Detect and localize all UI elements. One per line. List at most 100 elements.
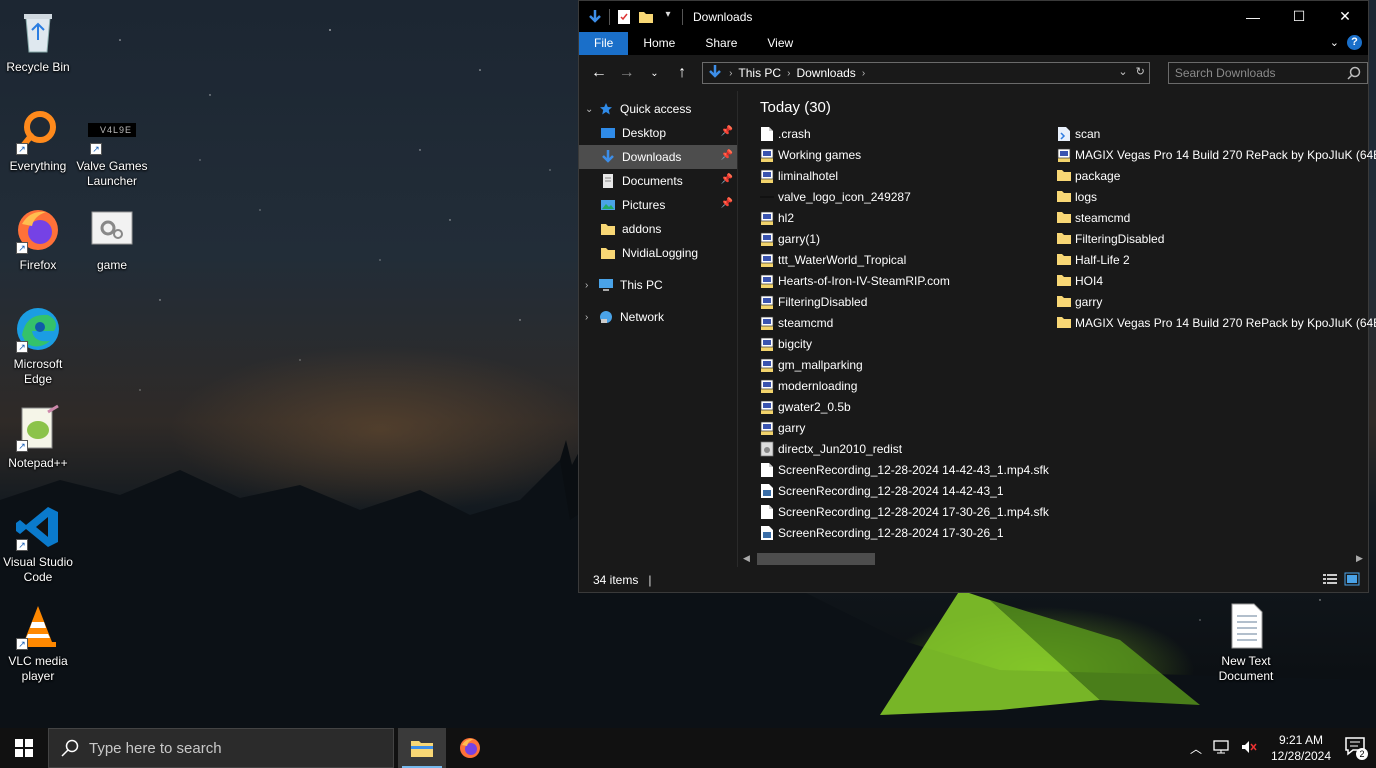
nav-desktop[interactable]: Desktop 📌 (579, 121, 737, 145)
chevron-down-icon[interactable]: ⌄ (585, 104, 597, 115)
back-button[interactable]: ← (587, 61, 611, 85)
folder-item[interactable]: FilteringDisabled (1057, 228, 1376, 249)
folder-item[interactable]: steamcmd (1057, 207, 1376, 228)
search-box[interactable] (1167, 62, 1368, 84)
desktop-icon-everything[interactable]: ↗ Everything (0, 107, 76, 174)
nav-folder-nvidialogging[interactable]: NvidiaLogging (579, 241, 737, 265)
file-item[interactable]: gwater2_0.5b (760, 396, 1049, 417)
nav-folder-addons[interactable]: addons (579, 217, 737, 241)
file-item[interactable]: ScreenRecording_12-28-2024 17-30-26_1.mp… (760, 501, 1049, 522)
refresh-icon[interactable]: ↻ (1136, 65, 1145, 78)
pin-icon[interactable]: 📌 (721, 126, 733, 137)
file-item[interactable]: FilteringDisabled (760, 291, 1049, 312)
pin-icon[interactable]: 📌 (721, 174, 733, 185)
desktop-icon-microsoft-edge[interactable]: ↗ Microsoft Edge (0, 305, 76, 387)
nav-pictures[interactable]: Pictures 📌 (579, 193, 737, 217)
file-item[interactable]: bigcity (760, 333, 1049, 354)
desktop-icon-game[interactable]: game (74, 206, 150, 273)
file-item[interactable]: Hearts-of-Iron-IV-SteamRIP.com (760, 270, 1049, 291)
folder-item[interactable]: garry (1057, 291, 1376, 312)
horizontal-scrollbar[interactable]: ◀ ▶ (738, 550, 1368, 567)
network-status-icon[interactable] (1212, 739, 1230, 758)
help-icon[interactable]: ? (1347, 35, 1362, 50)
details-view-icon[interactable] (1322, 572, 1338, 589)
chevron-right-icon[interactable]: › (585, 312, 597, 323)
scrollbar-thumb[interactable] (757, 553, 875, 565)
minimize-button[interactable]: — (1230, 1, 1276, 32)
folder-item[interactable]: package (1057, 165, 1376, 186)
file-item[interactable]: directx_Jun2010_redist (760, 438, 1049, 459)
desktop-icon-notepadpp[interactable]: ↗ Notepad++ (0, 404, 76, 471)
shortcut-arrow-icon: ↗ (90, 143, 102, 155)
up-button[interactable]: ↑ (670, 61, 694, 85)
nav-network[interactable]: › Network (579, 305, 737, 329)
pin-icon[interactable]: 📌 (721, 198, 733, 209)
chevron-down-icon[interactable]: ▾ (660, 9, 676, 25)
file-item[interactable]: ttt_WaterWorld_Tropical (760, 249, 1049, 270)
breadcrumb-downloads[interactable]: Downloads (796, 66, 855, 80)
desktop-icon-recycle-bin[interactable]: Recycle Bin (0, 8, 76, 75)
desktop-icon-vlc[interactable]: ↗ VLC media player (0, 602, 76, 684)
clock[interactable]: 9:21 AM 12/28/2024 (1268, 732, 1334, 764)
file-item[interactable]: valve_logo_icon_249287 (760, 186, 1049, 207)
nav-downloads[interactable]: Downloads 📌 (579, 145, 737, 169)
file-item[interactable]: modernloading (760, 375, 1049, 396)
desktop-icon-firefox[interactable]: ↗ Firefox (0, 206, 76, 273)
scroll-left-icon[interactable]: ◀ (738, 553, 755, 564)
group-header-today[interactable]: Today (30) (760, 99, 831, 116)
taskbar-firefox[interactable] (446, 728, 494, 768)
file-icon (760, 126, 774, 142)
taskbar-search-box[interactable]: Type here to search (48, 728, 394, 768)
close-button[interactable]: ✕ (1322, 1, 1368, 32)
desktop-icon-vscode[interactable]: ↗ Visual Studio Code (0, 503, 76, 585)
new-folder-icon[interactable] (638, 9, 654, 25)
maximize-button[interactable]: ☐ (1276, 1, 1322, 32)
file-item[interactable]: scan (1057, 123, 1376, 144)
file-item[interactable]: ScreenRecording_12-28-2024 14-42-43_1.mp… (760, 459, 1049, 480)
chevron-right-icon[interactable]: › (585, 280, 597, 291)
nav-quick-access[interactable]: ⌄ Quick access (579, 97, 737, 121)
forward-button[interactable]: → (615, 61, 639, 85)
recent-locations-button[interactable]: ⌄ (643, 61, 667, 85)
file-item[interactable]: ScreenRecording_12-28-2024 14-42-43_1 (760, 480, 1049, 501)
breadcrumb-this-pc[interactable]: This PC (738, 66, 781, 80)
start-button[interactable] (0, 728, 48, 768)
folder-item[interactable]: MAGIX Vegas Pro 14 Build 270 RePack by K… (1057, 312, 1376, 333)
desktop-icon-label: Recycle Bin (6, 60, 70, 74)
folder-item[interactable]: Half-Life 2 (1057, 249, 1376, 270)
tab-view[interactable]: View (752, 32, 808, 55)
file-item[interactable]: Working games (760, 144, 1049, 165)
address-dropdown-icon[interactable]: ⌄ (1118, 65, 1127, 78)
desktop-icon-new-text-document[interactable]: New Text Document (1208, 602, 1284, 684)
file-item[interactable]: MAGIX Vegas Pro 14 Build 270 RePack by K… (1057, 144, 1376, 165)
nav-documents[interactable]: Documents 📌 (579, 169, 737, 193)
download-arrow-icon[interactable] (587, 9, 603, 25)
file-item[interactable]: steamcmd (760, 312, 1049, 333)
scroll-right-icon[interactable]: ▶ (1351, 553, 1368, 564)
file-item[interactable]: .crash (760, 123, 1049, 144)
tab-share[interactable]: Share (690, 32, 752, 55)
desktop-icon-valve-games-launcher[interactable]: V4L9E ↗ Valve Games Launcher (74, 107, 150, 189)
search-input[interactable] (1174, 66, 1345, 80)
pin-icon[interactable]: 📌 (721, 150, 733, 161)
volume-muted-icon[interactable] (1240, 739, 1258, 758)
properties-icon[interactable] (616, 9, 632, 25)
tab-file[interactable]: File (579, 32, 629, 55)
notification-center-button[interactable]: 2 (1344, 736, 1368, 760)
file-item[interactable]: ScreenRecording_12-28-2024 17-30-26_1 (760, 522, 1049, 543)
file-item[interactable]: gm_mallparking (760, 354, 1049, 375)
file-item[interactable]: hl2 (760, 207, 1049, 228)
folder-item[interactable]: logs (1057, 186, 1376, 207)
file-item[interactable]: garry(1) (760, 228, 1049, 249)
large-icons-view-icon[interactable] (1344, 572, 1360, 589)
desktop-icon-label: game (96, 258, 128, 272)
show-hidden-icons-chevron-icon[interactable]: ︿ (1190, 740, 1202, 757)
taskbar-file-explorer[interactable] (398, 728, 446, 768)
nav-this-pc[interactable]: › This PC (579, 273, 737, 297)
address-bar[interactable]: › This PC › Downloads › ⌄ ↻ (702, 62, 1150, 84)
folder-item[interactable]: HOI4 (1057, 270, 1376, 291)
file-item[interactable]: liminalhotel (760, 165, 1049, 186)
expand-ribbon-icon[interactable]: ⌄ (1330, 36, 1339, 49)
file-item[interactable]: garry (760, 417, 1049, 438)
tab-home[interactable]: Home (628, 32, 690, 55)
